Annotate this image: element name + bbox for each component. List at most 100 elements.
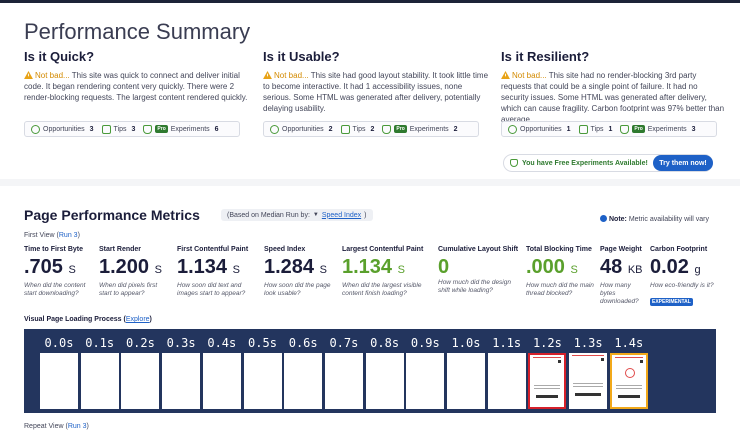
- page-performance-metrics: Page Performance Metrics (Based on Media…: [0, 186, 740, 434]
- thumb-logo: [624, 368, 635, 378]
- filmstrip-frame[interactable]: 1.4s: [609, 329, 648, 413]
- first-view-run-link[interactable]: Run 3: [59, 232, 78, 239]
- filmstrip-frame[interactable]: 0.5s: [243, 329, 282, 413]
- tips-icon: [578, 124, 588, 134]
- thumb-menu: [558, 360, 562, 363]
- frame-thumbnail: [40, 353, 78, 409]
- metric-ttfb: Time to First Byte .705 S When did the c…: [24, 246, 86, 297]
- frame-time: 0.3s: [166, 336, 196, 350]
- quick-text: Not bad... This site was quick to connec…: [24, 71, 248, 102]
- tips-chip[interactable]: Tips 3: [101, 124, 135, 134]
- opportunities-icon: [31, 124, 40, 134]
- metric-fcp: First Contentful Paint 1.134 S How soon …: [177, 246, 249, 297]
- metric-tbt: Total Blocking Time .000 S How much did …: [526, 246, 594, 297]
- performance-summary: Performance Summary Is it Quick? Not bad…: [0, 3, 740, 179]
- filmstrip-frame[interactable]: 1.2s: [528, 329, 567, 413]
- opportunities-icon: [508, 124, 517, 134]
- frame-time: 0.1s: [85, 336, 115, 350]
- thumb-menu: [601, 358, 605, 361]
- frame-thumbnail: [162, 353, 201, 409]
- frame-thumbnail: [202, 353, 241, 409]
- visual-loading-label: Visual Page Loading Process (Explore): [24, 316, 152, 323]
- explore-link[interactable]: Explore: [126, 316, 150, 323]
- thumb-text: [534, 385, 561, 386]
- filmstrip-frame[interactable]: 0.4s: [202, 329, 241, 413]
- frame-thumbnail: [365, 353, 404, 409]
- resilient-text: Not bad... This site had no render-block…: [501, 71, 725, 124]
- filmstrip-frame[interactable]: 1.0s: [447, 329, 485, 413]
- usable-column: Is it Usable? Not bad... This site had g…: [263, 49, 489, 137]
- frame-time: 0.4s: [207, 336, 237, 350]
- thumb-header: [572, 355, 605, 356]
- metric-speed-index: Speed Index 1.284 S How soon did the pag…: [264, 246, 331, 297]
- metric-note: Note: Metric availability will vary: [600, 215, 709, 223]
- tips-chip[interactable]: Tips 2: [340, 124, 374, 134]
- filmstrip-frame[interactable]: 0.9s: [406, 329, 445, 413]
- speed-index-link[interactable]: Speed Index: [322, 212, 361, 219]
- filmstrip-frame[interactable]: 0.7s: [324, 329, 363, 413]
- frame-time: 0.2s: [125, 336, 155, 350]
- filmstrip-frame[interactable]: 1.3s: [569, 329, 608, 413]
- filmstrip-frame[interactable]: 0.6s: [284, 329, 323, 413]
- experimental-badge: EXPERIMENTAL: [650, 298, 693, 306]
- filmstrip: 0.0s 0.1s 0.2s 0.3s 0.4s 0.5s 0.6s 0.7s 0.8s 0.9s…: [24, 329, 716, 413]
- filmstrip-frame[interactable]: 0.1s: [80, 329, 119, 413]
- usable-chips: Opportunities 2 Tips 2 Pro Experiments 2: [263, 121, 479, 137]
- flask-icon: [510, 159, 518, 167]
- resilient-heading: Is it Resilient?: [501, 49, 590, 64]
- thumb-button: [575, 393, 602, 396]
- opportunities-chip[interactable]: Opportunities 3: [31, 124, 94, 134]
- experiments-chip[interactable]: Pro Experiments 2: [382, 124, 458, 134]
- opportunities-chip[interactable]: Opportunities 1: [508, 124, 571, 134]
- frame-thumbnail: [324, 353, 363, 409]
- frame-thumbnail: [284, 353, 323, 409]
- quick-heading: Is it Quick?: [24, 49, 95, 64]
- filmstrip-frame[interactable]: 0.8s: [365, 329, 404, 413]
- frame-thumbnail: [80, 353, 119, 409]
- quick-column: Is it Quick? Not bad... This site was qu…: [24, 49, 250, 137]
- opportunities-icon: [270, 124, 279, 134]
- frame-thumbnail: [609, 353, 648, 409]
- repeat-view-label: Repeat View (Run 3): [24, 423, 89, 430]
- frame-time: 1.0s: [451, 336, 481, 350]
- frame-time: 0.7s: [329, 336, 359, 350]
- frame-time: 0.5s: [248, 336, 277, 350]
- median-run-selector[interactable]: (Based on Median Run by: ▼ Speed Index ): [221, 209, 373, 221]
- filmstrip-frame[interactable]: 1.1s: [487, 329, 526, 413]
- resilient-column: Is it Resilient? Not bad... This site ha…: [501, 49, 727, 137]
- frame-thumbnail: [528, 353, 567, 409]
- frame-thumbnail: [121, 353, 160, 409]
- thumb-menu: [639, 360, 643, 363]
- experiments-chip[interactable]: Pro Experiments 3: [620, 124, 696, 134]
- frame-thumbnail: [406, 353, 445, 409]
- metric-start-render: Start Render 1.200 S When did pixels fir…: [99, 246, 162, 297]
- thumb-text: [615, 388, 642, 389]
- metrics-title: Page Performance Metrics: [24, 207, 200, 223]
- frame-time: 1.1s: [492, 336, 522, 350]
- frame-thumbnail: [569, 353, 608, 409]
- tips-chip[interactable]: Tips 1: [578, 124, 612, 134]
- opportunities-chip[interactable]: Opportunities 2: [270, 124, 333, 134]
- frame-thumbnail: [243, 353, 282, 409]
- dropdown-icon: ▼: [312, 212, 319, 218]
- thumb-text: [573, 383, 604, 384]
- frame-time: 1.3s: [573, 336, 603, 350]
- try-them-now-button[interactable]: Try them now!: [653, 155, 713, 171]
- thumb-text: [534, 388, 561, 389]
- usable-heading: Is it Usable?: [263, 49, 340, 64]
- thumb-button: [536, 395, 559, 398]
- info-icon: [600, 215, 607, 222]
- thumb-header: [533, 357, 562, 358]
- frame-time: 0.8s: [370, 336, 400, 350]
- filmstrip-frame[interactable]: 0.2s: [121, 329, 160, 413]
- frame-time: 0.6s: [288, 336, 318, 350]
- warning-icon: [263, 71, 272, 79]
- metric-lcp: Largest Contentful Paint 1.134 S When di…: [342, 246, 424, 297]
- filmstrip-frame[interactable]: 0.3s: [162, 329, 201, 413]
- repeat-view-run-link[interactable]: Run 3: [68, 423, 87, 430]
- frame-thumbnail: [487, 353, 526, 409]
- metric-carbon-footprint: Carbon Footprint 0.02 g How eco-friendly…: [650, 246, 714, 306]
- thumb-header: [614, 357, 643, 358]
- experiments-chip[interactable]: Pro Experiments 6: [143, 124, 219, 134]
- filmstrip-frame[interactable]: 0.0s: [40, 329, 78, 413]
